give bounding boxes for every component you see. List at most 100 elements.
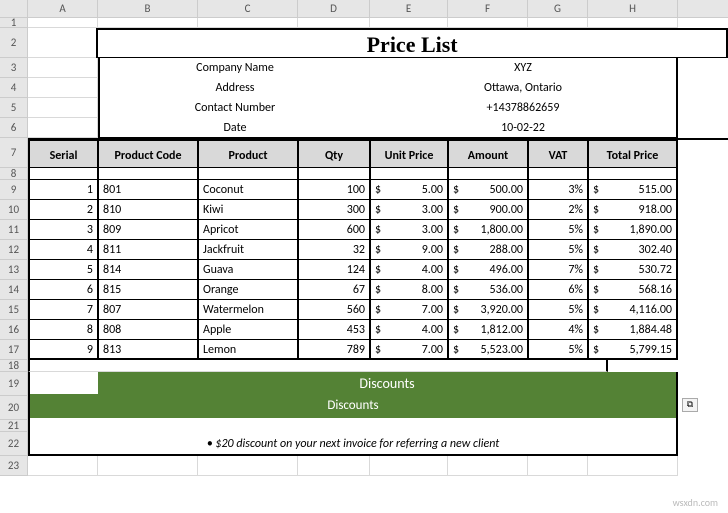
cell[interactable] (98, 18, 198, 28)
cell-product[interactable]: Jackfruit (198, 240, 298, 260)
cell-code[interactable]: 814 (98, 260, 198, 280)
row-header-13[interactable]: 13 (0, 260, 28, 280)
row-header-15[interactable]: 15 (0, 300, 28, 320)
cell-qty[interactable]: 300 (298, 200, 370, 220)
cell-serial[interactable]: 6 (28, 280, 98, 300)
quick-analysis-icon[interactable]: ⧉ (682, 398, 698, 412)
col-unit-price[interactable]: Unit Price (370, 140, 448, 168)
cell-code[interactable]: 807 (98, 300, 198, 320)
cell[interactable] (370, 18, 448, 28)
row-header-3[interactable]: 3 (0, 58, 28, 78)
cell-total[interactable]: $515.00 (588, 180, 678, 200)
cell[interactable] (28, 168, 98, 180)
cell-unit-price[interactable]: $3.00 (370, 220, 448, 240)
cell-unit-price[interactable]: $8.00 (370, 280, 448, 300)
cell[interactable] (198, 456, 298, 476)
cell-serial[interactable]: 9 (28, 340, 98, 360)
cell-unit-price[interactable]: $3.00 (370, 200, 448, 220)
cell-product[interactable]: Orange (198, 280, 298, 300)
cell[interactable] (528, 168, 588, 180)
row-header-8[interactable]: 8 (0, 168, 28, 180)
cell-product[interactable]: Kiwi (198, 200, 298, 220)
cell-qty[interactable]: 124 (298, 260, 370, 280)
row-header-19[interactable]: 19 (0, 372, 28, 396)
cell-total[interactable]: $530.72 (588, 260, 678, 280)
cell-serial[interactable]: 4 (28, 240, 98, 260)
row-header-12[interactable]: 12 (0, 240, 28, 260)
cell-qty[interactable]: 100 (298, 180, 370, 200)
cell-product[interactable]: Apricot (198, 220, 298, 240)
row-header-9[interactable]: 9 (0, 180, 28, 200)
row-header-14[interactable]: 14 (0, 280, 28, 300)
col-header-h[interactable]: H (588, 0, 678, 17)
page-title[interactable]: Price List (96, 28, 728, 58)
row-header-18[interactable]: 18 (0, 360, 28, 372)
info-value[interactable]: 10-02-22 (370, 118, 678, 138)
row-header-1[interactable]: 1 (0, 18, 28, 28)
cell[interactable] (28, 118, 98, 138)
cell[interactable] (98, 456, 198, 476)
col-header-f[interactable]: F (448, 0, 528, 17)
cell-unit-price[interactable]: $4.00 (370, 260, 448, 280)
cell-total[interactable]: $918.00 (588, 200, 678, 220)
cell[interactable] (528, 18, 588, 28)
cell-code[interactable]: 808 (98, 320, 198, 340)
discount-text[interactable]: • $20 discount on your next invoice for … (28, 432, 678, 456)
cell-unit-price[interactable]: $5.00 (370, 180, 448, 200)
col-header-e[interactable]: E (370, 0, 448, 17)
cell-total[interactable]: $5,799.15 (588, 340, 678, 360)
cell[interactable] (448, 18, 528, 28)
cell[interactable] (28, 28, 96, 58)
info-value[interactable]: XYZ (370, 58, 678, 78)
cell-serial[interactable]: 1 (28, 180, 98, 200)
cell-vat[interactable]: 6% (528, 280, 588, 300)
row-header-11[interactable]: 11 (0, 220, 28, 240)
cell-serial[interactable]: 2 (28, 200, 98, 220)
cell-code[interactable]: 809 (98, 220, 198, 240)
discounts-header-overlay[interactable]: Discounts (28, 394, 678, 418)
col-serial[interactable]: Serial (28, 140, 98, 168)
cell-total[interactable]: $1,890.00 (588, 220, 678, 240)
col-qty[interactable]: Qty (298, 140, 370, 168)
cell[interactable] (588, 456, 678, 476)
cell-amount[interactable]: $536.00 (448, 280, 528, 300)
cell-amount[interactable]: $900.00 (448, 200, 528, 220)
cell-total[interactable]: $4,116.00 (588, 300, 678, 320)
cell[interactable] (448, 456, 528, 476)
cell[interactable] (588, 18, 678, 28)
cell-amount[interactable]: $500.00 (448, 180, 528, 200)
cell-qty[interactable]: 32 (298, 240, 370, 260)
cell-amount[interactable]: $496.00 (448, 260, 528, 280)
cell-total[interactable]: $568.16 (588, 280, 678, 300)
info-label[interactable]: Date (98, 118, 370, 138)
col-header-a[interactable]: A (28, 0, 98, 17)
cell-amount[interactable]: $288.00 (448, 240, 528, 260)
cell-code[interactable]: 811 (98, 240, 198, 260)
cell[interactable] (28, 456, 98, 476)
row-header-21[interactable]: 21 (0, 420, 28, 432)
col-header-g[interactable]: G (528, 0, 588, 17)
cell-qty[interactable]: 67 (298, 280, 370, 300)
cell-qty[interactable]: 560 (298, 300, 370, 320)
cell[interactable] (448, 168, 528, 180)
cell-qty[interactable]: 453 (298, 320, 370, 340)
row-header-22[interactable]: 22 (0, 432, 28, 456)
col-amount[interactable]: Amount (448, 140, 528, 168)
row-header-16[interactable]: 16 (0, 320, 28, 340)
cell-vat[interactable]: 4% (528, 320, 588, 340)
cell[interactable] (98, 360, 608, 372)
col-total-price[interactable]: Total Price (588, 140, 678, 168)
col-header-c[interactable]: C (198, 0, 298, 17)
discounts-header[interactable]: Discounts (98, 372, 678, 396)
cell-product[interactable]: Apple (198, 320, 298, 340)
row-header-7[interactable]: 7 (0, 138, 28, 168)
col-header-b[interactable]: B (98, 0, 198, 17)
cell-serial[interactable]: 7 (28, 300, 98, 320)
cell-serial[interactable]: 5 (28, 260, 98, 280)
cell-product[interactable]: Lemon (198, 340, 298, 360)
cell-vat[interactable]: 3% (528, 180, 588, 200)
cell-amount[interactable]: $3,920.00 (448, 300, 528, 320)
cell-amount[interactable]: $1,812.00 (448, 320, 528, 340)
cell-total[interactable]: $1,884.48 (588, 320, 678, 340)
info-label[interactable]: Contact Number (98, 98, 370, 118)
